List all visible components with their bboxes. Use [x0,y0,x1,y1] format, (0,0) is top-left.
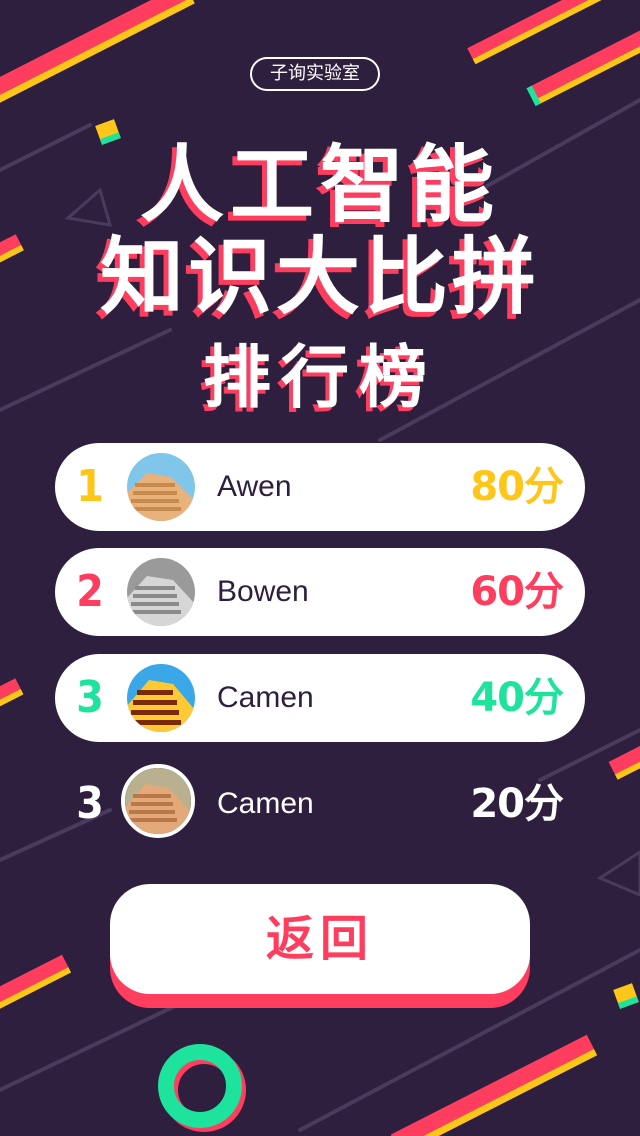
player-score: 40分 [470,675,564,721]
player-name: Awen [217,470,292,503]
player-score: 80分 [470,464,564,510]
player-name: Bowen [217,575,309,608]
title-line-3: 排行榜 [202,339,437,418]
rank-number: 1 [76,461,104,512]
avatar [127,558,195,626]
rank-number: 3 [76,672,104,723]
player-name: Camen [217,681,314,714]
lab-badge: 子询实验室 [250,57,380,91]
player-score: 20分 [470,781,564,827]
leaderboard-row-current: 3 Camen 20分 [55,760,585,848]
avatar [127,453,195,521]
player-score: 60分 [470,569,564,615]
leaderboard-row: 1 Awen 80分 [55,443,585,531]
rank-number: 3 [76,778,104,829]
avatar [121,764,195,838]
leaderboard-row: 2 Bowen 60分 [55,548,585,636]
leaderboard-row: 3 Camen 40分 [55,654,585,742]
back-button-wrapper: 返回 [110,884,530,1012]
avatar [127,664,195,732]
player-name: Camen [217,787,314,820]
back-button[interactable]: 返回 [110,884,530,994]
rank-number: 2 [76,566,104,617]
title-line-2: 知识大比拼 [99,228,540,326]
